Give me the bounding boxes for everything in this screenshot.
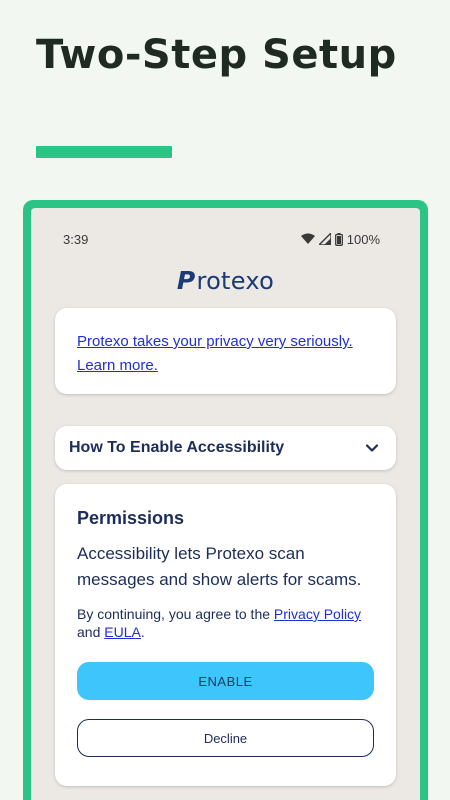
accessibility-accordion[interactable]: How To Enable Accessibility [55, 426, 396, 470]
learn-more-link[interactable]: Learn more. [77, 354, 374, 378]
app-logo: Protexo [31, 266, 420, 295]
logo-initial: P [176, 266, 196, 295]
logo-wordmark: Protexo [177, 266, 274, 295]
legal-prefix: By continuing, you agree to the [77, 606, 274, 622]
privacy-card: Protexo takes your privacy very seriousl… [55, 308, 396, 394]
enable-button[interactable]: ENABLE [77, 662, 374, 700]
status-bar: 3:39 100% [31, 228, 420, 250]
legal-suffix: . [140, 624, 145, 640]
permissions-title: Permissions [77, 508, 185, 528]
status-time: 3:39 [63, 231, 89, 247]
phone-frame: 3:39 100% Protexo Protexo takes your pri… [23, 200, 428, 800]
battery-percent: 100% [346, 231, 380, 247]
wifi-icon [300, 233, 315, 245]
battery-icon [334, 232, 343, 246]
accent-bar [36, 146, 172, 158]
legal-and: and [77, 624, 105, 640]
logo-rest: rotexo [196, 267, 275, 295]
permissions-card: Permissions Accessibility lets Protexo s… [55, 484, 396, 786]
eula-link[interactable]: EULA [104, 624, 141, 640]
signal-icon [318, 233, 331, 245]
accordion-title: How To Enable Accessibility [69, 439, 285, 456]
phone-screen: 3:39 100% Protexo Protexo takes your pri… [31, 208, 420, 800]
status-indicators: 100% [300, 231, 380, 247]
privacy-statement-link[interactable]: Protexo takes your privacy very seriousl… [77, 330, 374, 354]
legal-notice: By continuing, you agree to the Privacy … [77, 605, 374, 641]
chevron-down-icon[interactable] [366, 444, 378, 452]
permissions-description: Accessibility lets Protexo scan messages… [77, 544, 362, 589]
page-headline: Two-Step Setup [36, 32, 397, 78]
decline-button[interactable]: Decline [77, 719, 374, 757]
privacy-policy-link[interactable]: Privacy Policy [274, 606, 361, 622]
